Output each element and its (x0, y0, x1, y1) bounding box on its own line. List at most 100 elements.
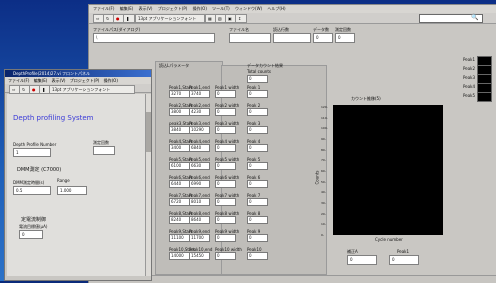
bottom-field-b[interactable]: 0 (389, 255, 419, 265)
bottom-value-b: 0 (392, 257, 395, 262)
y-tick-label: 110- (321, 115, 328, 120)
rate-field[interactable] (273, 33, 311, 43)
search-icon[interactable]: 🔍 (471, 14, 478, 21)
peak-end-field[interactable]: 6990 (189, 180, 210, 188)
peak-width-field: 0 (215, 216, 236, 224)
legend-label: Peak3 (463, 75, 476, 80)
peak-end-field[interactable]: 6630 (189, 162, 210, 170)
peak-start-field[interactable]: 11100 (169, 234, 190, 242)
sub-window-title: DepthProfile(2014)27.vi フロントパネル (5, 70, 151, 77)
legend-label: Peak5 (463, 93, 476, 98)
peak-count-field: 0 (247, 90, 268, 98)
peak-start-field[interactable]: 8240 (169, 216, 190, 224)
peak-width-field: 0 (215, 252, 236, 260)
menu-tools[interactable]: ツール(T) (212, 6, 230, 11)
measure-count-label: 測定回数 (335, 27, 351, 32)
legend-label: Peak1 (463, 57, 476, 62)
menu-operate[interactable]: 操作(O) (193, 6, 207, 11)
peak-end-field[interactable]: 8010 (189, 198, 210, 206)
reorder-icon[interactable]: ↕ (235, 14, 247, 23)
menu-file[interactable]: ファイル(F) (93, 6, 114, 11)
accel-value: 0 (22, 232, 25, 237)
peak-start-field[interactable]: 3840 (169, 126, 190, 134)
graph-y-label: Counts (314, 170, 320, 185)
menu-project[interactable]: プロジェクト(P) (158, 6, 188, 11)
peak-start-field[interactable]: 6100 (169, 162, 190, 170)
menu-window[interactable]: ウィンドウ(W) (235, 6, 262, 11)
bottom-label-b: Peak1 (397, 249, 410, 254)
accel-label: 定電流制御 (21, 217, 47, 223)
sub-menu-project[interactable]: プロジェクト(P) (70, 78, 100, 83)
profile-number-field[interactable]: 1 (13, 148, 51, 157)
sub-measure-count-label: 測定回数 (93, 140, 109, 145)
dmm-setting-value: 0.5 (16, 188, 23, 193)
profile-number-value: 1 (16, 150, 19, 155)
legend-item: Peak1 (463, 56, 492, 66)
legend-swatch (477, 92, 492, 102)
filename-field[interactable] (229, 33, 271, 43)
peak-end-field[interactable]: 10290 (189, 126, 210, 134)
sub-menu-view[interactable]: 表示(V) (52, 78, 66, 83)
font-select[interactable]: 13pt アプリケーションフォント (135, 14, 205, 23)
y-tick-label: 100- (321, 126, 328, 131)
peak-end-field[interactable]: 6840 (189, 144, 210, 152)
y-tick-label: 10- (321, 222, 326, 227)
scrollbar-thumb[interactable] (146, 112, 151, 152)
peak-end-field[interactable]: 3740 (189, 90, 210, 98)
data-result-panel (221, 65, 327, 275)
peak-end-field[interactable]: 11700 (189, 234, 210, 242)
y-tick-label: 120- (321, 105, 328, 109)
bottom-value-a: 0 (350, 257, 353, 262)
peak-start-field[interactable]: 14000 (169, 252, 190, 260)
range-label: Range (57, 178, 70, 183)
range-field[interactable]: 1.000 (57, 186, 87, 195)
peak-width-field: 0 (215, 234, 236, 242)
dmm-setting-field[interactable]: 0.5 (13, 186, 51, 195)
chart-plot-area[interactable] (333, 105, 443, 235)
peak-end-field[interactable]: 8640 (189, 216, 210, 224)
peak-count-field: 0 (247, 234, 268, 242)
sub-menu-operate[interactable]: 操作(O) (104, 78, 118, 83)
peak-count-field: 0 (247, 180, 268, 188)
legend-item: Peak2 (463, 65, 492, 75)
bottom-field-a[interactable]: 0 (347, 255, 377, 265)
peak-start-field[interactable]: 3400 (169, 144, 190, 152)
y-tick-label: 20- (321, 211, 326, 216)
profile-number-label: Depth Profile Number (13, 142, 57, 147)
accel-field[interactable]: 0 (19, 230, 43, 239)
peak-start-field[interactable]: 6720 (169, 198, 190, 206)
peak-start-field[interactable]: 3800 (169, 108, 190, 116)
peak-start-field[interactable]: 6440 (169, 180, 190, 188)
peak-start-field[interactable]: 3270 (169, 90, 190, 98)
y-tick-label: 60- (321, 169, 326, 173)
peak-count-field: 0 (247, 126, 268, 134)
peak-count-field: 0 (247, 216, 268, 224)
peak-width-field: 0 (215, 162, 236, 170)
graph-x-label: Cycle number (375, 237, 403, 242)
y-tick-label: 40- (321, 190, 326, 195)
sub-menu-file[interactable]: ファイル(F) (8, 78, 29, 83)
file-path-field[interactable]: \ (93, 33, 215, 43)
peak-count-field: 0 (247, 162, 268, 170)
peak-width-field: 0 (215, 144, 236, 152)
menu-edit[interactable]: 編集(E) (120, 6, 134, 11)
peak-width-field: 0 (215, 198, 236, 206)
sub-font-select[interactable]: 13pt アプリケーションフォント (49, 85, 135, 94)
sub-menu-edit[interactable]: 編集(E) (34, 78, 48, 83)
peak-end-field[interactable]: 4230 (189, 108, 210, 116)
data-count-field: 0 (313, 33, 333, 43)
bottom-label-a: 補正A (347, 249, 358, 254)
y-tick-label: 80- (321, 147, 326, 152)
accel-sub-label: 電流目標値(μA) (19, 224, 48, 229)
sub-scrollbar[interactable] (145, 94, 151, 276)
total-counts-value: 0 (247, 75, 268, 83)
pause-icon[interactable]: ❚ (123, 14, 135, 23)
range-value: 1.000 (60, 188, 72, 193)
file-path-label: ファイルパス(ダイアログ) (93, 27, 141, 32)
peak-end-field[interactable]: 15450 (189, 252, 210, 260)
y-tick-label: 90- (321, 137, 326, 141)
sub-measure-count-field (93, 146, 115, 155)
menu-view[interactable]: 表示(V) (139, 6, 153, 11)
menu-help[interactable]: ヘルプ(H) (267, 6, 285, 11)
data-count-label: データ数 (313, 27, 329, 32)
